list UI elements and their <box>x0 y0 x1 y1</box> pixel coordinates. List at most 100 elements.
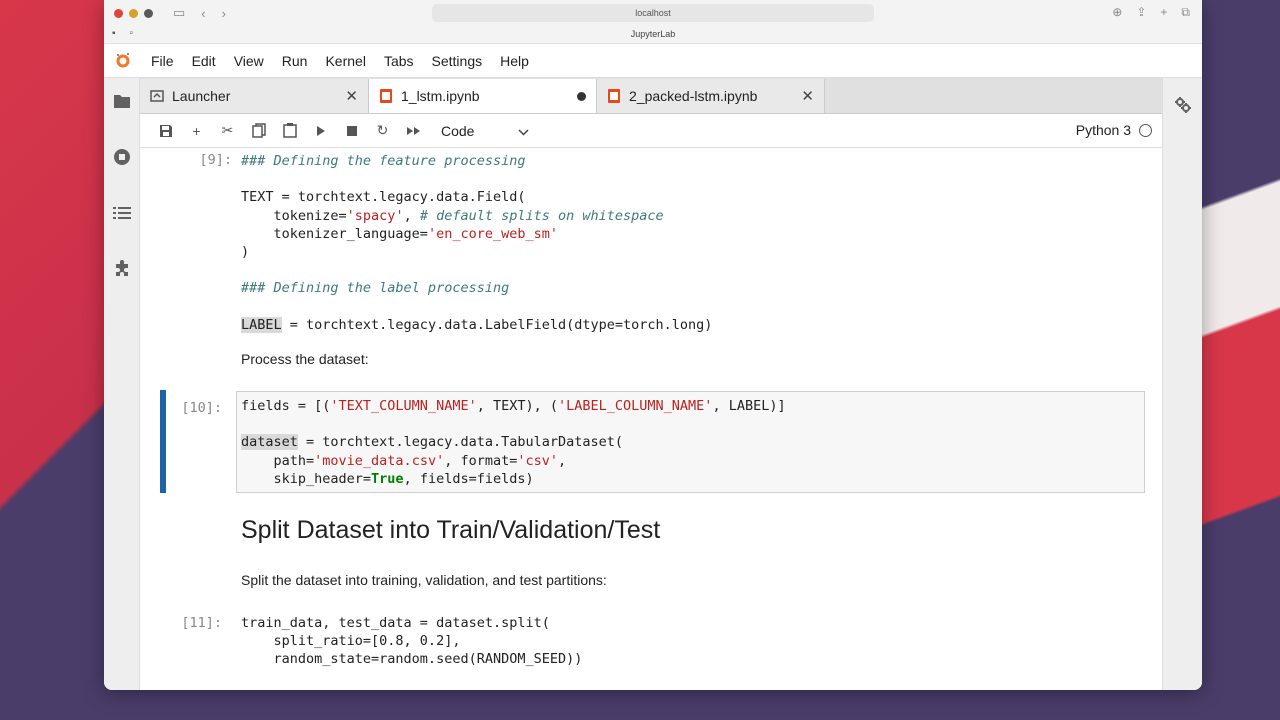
launcher-icon <box>150 89 164 103</box>
copy-icon[interactable] <box>243 119 274 143</box>
code-text: , <box>558 452 567 469</box>
code-line: path= <box>241 452 315 469</box>
notebook-icon <box>607 89 621 103</box>
window-controls[interactable] <box>114 8 153 18</box>
jupyter-logo-icon <box>104 52 142 70</box>
code-comment: # default splits on whitespace <box>419 207 664 224</box>
code-cell-10[interactable]: fields = [('TEXT_COLUMN_NAME', TEXT), ('… <box>241 397 786 488</box>
restart-icon[interactable]: ↻ <box>367 119 398 143</box>
menu-kernel[interactable]: Kernel <box>316 53 374 69</box>
notebook-area: Launcher ✕ 1_lstm.ipynb 2_packed-lstm.ip… <box>140 78 1162 690</box>
cut-icon[interactable]: ✂ <box>212 119 243 143</box>
heading-split-dataset: Split Dataset into Train/Validation/Test <box>241 516 661 544</box>
cell-prompt: [9]: <box>199 152 232 168</box>
address-text: localhost <box>635 8 671 18</box>
menu-view[interactable]: View <box>225 53 273 69</box>
menu-settings[interactable]: Settings <box>423 53 492 69</box>
close-window-button[interactable] <box>114 8 123 18</box>
kernel-status[interactable]: Python 3 <box>1076 122 1152 138</box>
stop-icon[interactable] <box>336 119 367 143</box>
new-tab-icon[interactable]: + <box>1160 5 1167 20</box>
document-tabs: Launcher ✕ 1_lstm.ipynb 2_packed-lstm.ip… <box>140 78 1162 114</box>
code-string: 'spacy' <box>346 207 404 224</box>
code-text: , LABEL)] <box>712 398 786 414</box>
menu-file[interactable]: File <box>142 53 183 69</box>
code-line: skip_header= <box>241 470 372 487</box>
cell-type-select[interactable]: Code <box>433 123 537 139</box>
right-sidebar <box>1162 78 1202 690</box>
extensions-icon[interactable] <box>113 260 131 278</box>
code-line: train_data, test_data = dataset.split( <box>241 615 550 631</box>
code-text: , format= <box>444 452 518 469</box>
tabs-overview-icon[interactable]: ⧉ <box>1181 5 1190 20</box>
code-line: random_state=random.seed(RANDOM_SEED)) <box>241 651 583 668</box>
code-line: = torchtext.legacy.data.LabelField(dtype… <box>281 316 713 333</box>
code-string: 'TEXT_COLUMN_NAME' <box>330 398 477 414</box>
code-string: 'LABEL_COLUMN_NAME' <box>558 398 713 414</box>
menu-bar: File Edit View Run Kernel Tabs Settings … <box>104 44 1202 78</box>
tab-2-packed-lstm[interactable]: 2_packed-lstm.ipynb ✕ <box>597 79 825 113</box>
selection-highlight: dataset <box>241 434 298 451</box>
notebook-cells: [9]: ### Defining the feature processing… <box>140 148 1162 690</box>
code-cell-11[interactable]: train_data, test_data = dataset.split( s… <box>241 614 582 669</box>
code-line: split_ratio=[0.8, 0.2], <box>241 633 461 650</box>
folder-icon[interactable] <box>113 92 131 110</box>
kernel-idle-icon <box>1139 123 1152 137</box>
tab-launcher[interactable]: Launcher ✕ <box>140 79 369 113</box>
code-comment: ### Defining the label processing <box>241 280 510 297</box>
forward-icon[interactable]: › <box>222 6 226 21</box>
zoom-window-button[interactable] <box>144 8 153 18</box>
unsaved-indicator-icon[interactable] <box>577 91 586 101</box>
code-line: tokenize= <box>241 207 347 224</box>
close-tab-icon[interactable]: ✕ <box>345 87 358 105</box>
left-sidebar <box>104 78 140 690</box>
download-icon[interactable]: ⊕ <box>1112 5 1122 20</box>
fast-forward-icon[interactable] <box>398 119 429 143</box>
code-line: ) <box>241 244 250 261</box>
code-line: fields = [( <box>241 398 331 414</box>
background-left <box>0 0 120 720</box>
chevron-down-icon <box>518 123 529 139</box>
menu-edit[interactable]: Edit <box>183 53 225 69</box>
cell-prompt: [10]: <box>181 400 222 416</box>
cell-type-value: Code <box>441 122 475 139</box>
window-title: JupyterLab <box>630 29 676 39</box>
share-icon[interactable]: ⇪ <box>1136 5 1146 20</box>
code-text: , TEXT), ( <box>476 398 558 414</box>
code-string: 'csv' <box>517 452 558 469</box>
back-icon[interactable]: ‹ <box>201 6 205 21</box>
add-cell-icon[interactable]: + <box>181 119 212 143</box>
cell-prompt: [11]: <box>181 615 222 631</box>
tab-label: 2_packed-lstm.ipynb <box>629 88 758 104</box>
running-icon[interactable] <box>113 148 131 166</box>
markdown-process-dataset: Process the dataset: <box>241 351 369 367</box>
browser-tab-strip: ▪ ▫ JupyterLab <box>104 26 1202 44</box>
background-right <box>1190 0 1280 720</box>
notebook-toolbar: + ✂ ↻ Code Python 3 <box>140 114 1162 148</box>
commands-icon[interactable] <box>112 204 131 222</box>
code-text: , <box>403 207 420 224</box>
menu-help[interactable]: Help <box>491 53 538 69</box>
code-string: 'en_core_web_sm' <box>427 225 558 242</box>
code-line: tokenizer_language= <box>241 225 428 242</box>
run-icon[interactable] <box>305 119 336 143</box>
property-inspector-icon[interactable] <box>1174 96 1192 119</box>
selection-highlight: LABEL <box>241 316 282 333</box>
tab-1-lstm[interactable]: 1_lstm.ipynb <box>369 79 597 113</box>
minimize-window-button[interactable] <box>129 8 138 18</box>
kernel-name: Python 3 <box>1075 122 1131 138</box>
menu-tabs[interactable]: Tabs <box>375 53 423 69</box>
save-icon[interactable] <box>150 119 181 143</box>
paste-icon[interactable] <box>274 119 305 143</box>
close-tab-icon[interactable]: ✕ <box>801 87 814 105</box>
code-text: , fields=fields) <box>403 470 534 487</box>
notebook-icon <box>379 89 393 103</box>
browser-toolbar: ▭ ‹ › localhost ⊕ ⇪ + ⧉ <box>104 0 1202 26</box>
code-line: TEXT = torchtext.legacy.data.Field( <box>241 189 526 206</box>
address-bar[interactable]: localhost <box>432 4 874 22</box>
code-string: 'movie_data.csv' <box>314 452 445 469</box>
code-cell-9[interactable]: ### Defining the feature processing TEXT… <box>241 152 712 334</box>
code-comment: ### Defining the feature processing <box>241 153 526 169</box>
sidebar-toggle-icon[interactable]: ▭ <box>173 5 185 21</box>
menu-run[interactable]: Run <box>273 53 317 69</box>
